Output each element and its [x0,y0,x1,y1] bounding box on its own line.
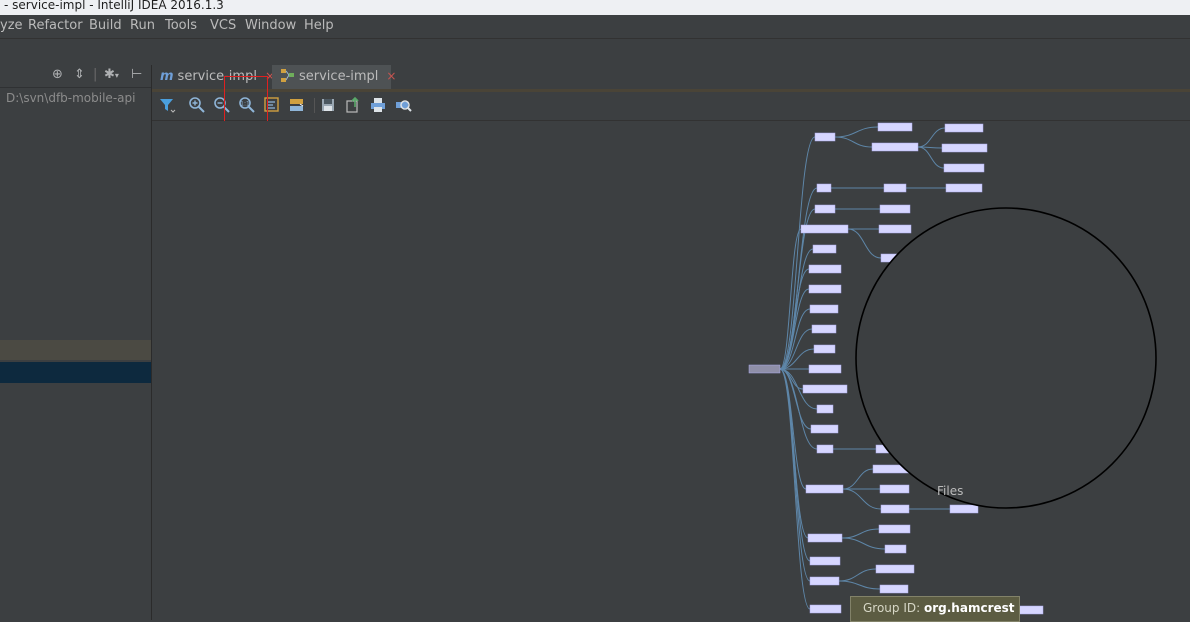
diagram-toolbar: 1:1 [152,92,1190,121]
project-panel: ⊕ ⇕ | ✱▾ ⊢ D:\svn\dfb-mobile-api [0,65,152,620]
main-toolbar [0,39,1190,66]
project-path: D:\svn\dfb-mobile-api [6,91,136,105]
project-panel-header: ⊕ ⇕ | ✱▾ ⊢ [0,65,151,88]
group-id-tooltip: Group ID: org.hamcrest [850,596,1020,622]
menu-vcs[interactable]: VCS [210,18,236,33]
menu-window[interactable]: Window [245,18,296,33]
close-icon[interactable]: × [386,69,396,83]
window-title: - service-impl - IntelliJ IDEA 2016.1.3 [4,0,224,12]
tab-service-impl-diagram[interactable]: service-impl × [272,65,396,89]
diagram-canvas[interactable] [152,121,1190,620]
editor-tab-bar: m service-impl × service-impl × [152,65,1190,92]
target-icon[interactable]: ⊕ [52,67,63,82]
gear-icon[interactable]: ✱▾ [104,67,119,82]
export-icon[interactable] [344,96,362,114]
toolbar-separator [314,98,315,113]
zoom-in-icon[interactable] [188,96,206,114]
hide-icon[interactable]: ⊢ [131,67,142,82]
maven-m-icon: m [160,69,174,84]
print-icon[interactable] [369,96,387,114]
print-preview-icon[interactable] [394,96,412,114]
separator: | [93,67,98,82]
tree-row-highlighted[interactable] [0,340,151,360]
tooltip-prefix: Group ID: [863,601,921,615]
menu-refactor[interactable]: Refactor [28,18,83,33]
menu-analyze[interactable]: yze [0,18,23,33]
menu-help[interactable]: Help [304,18,334,33]
tab-label: service-impl [299,69,379,84]
tree-row-selected[interactable] [0,362,151,383]
menu-bar: yze Refactor Build Run Tools VCS Window … [0,15,1190,39]
filter-icon[interactable] [158,96,176,114]
dependency-diagram-icon [281,69,294,82]
save-icon[interactable] [319,96,337,114]
apply-layout-icon[interactable] [288,96,306,114]
window-title-bar: - service-impl - IntelliJ IDEA 2016.1.3 [0,0,1190,15]
diagram-partial-label: Files [937,484,964,498]
menu-run[interactable]: Run [130,18,155,33]
annotation-circle [855,207,1157,509]
tooltip-value: org.hamcrest [924,601,1015,615]
menu-tools[interactable]: Tools [165,18,197,33]
collapse-icon[interactable]: ⇕ [74,67,85,82]
menu-build[interactable]: Build [89,18,122,33]
